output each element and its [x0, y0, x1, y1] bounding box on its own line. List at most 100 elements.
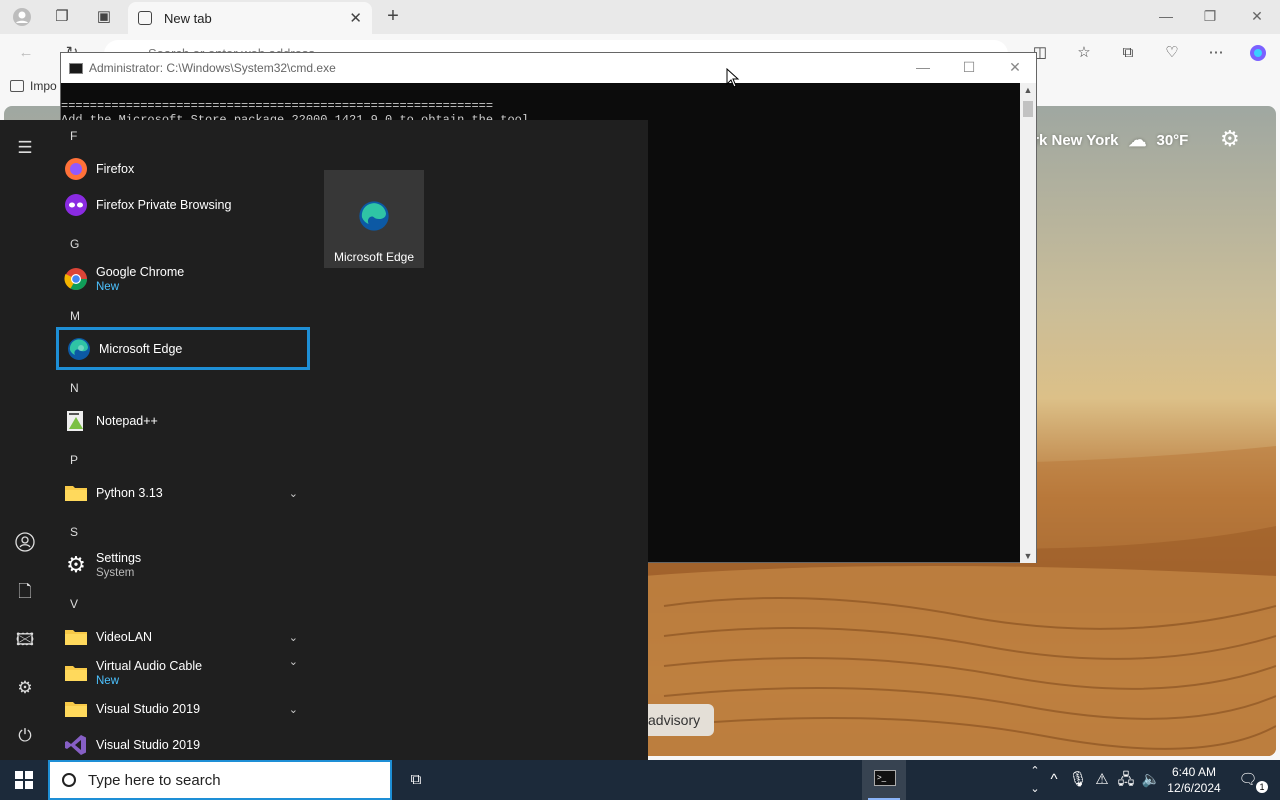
cmd-close-icon[interactable]: ✕ — [1005, 59, 1025, 76]
settings-gear-icon: ⚙ — [66, 552, 86, 577]
app-settings[interactable]: ⚙ Settings System — [56, 545, 310, 585]
start-menu: ☰ 🗋 🖾 ⚙ ⏻ F Firefox Firefox Private Brow… — [0, 120, 648, 760]
taskbar-clock[interactable]: 6:40 AM 12/6/2024 — [1166, 764, 1222, 796]
app-folder-visual-studio-2019[interactable]: Visual Studio 2019 ⌄ — [56, 691, 310, 727]
favorites-icon[interactable]: ☆ — [1074, 43, 1094, 63]
pinned-tile-microsoft-edge[interactable]: Microsoft Edge — [324, 170, 424, 268]
volume-icon[interactable]: 🔈 — [1141, 770, 1161, 790]
favorites-bar-item[interactable]: Impo — [10, 79, 57, 93]
taskbar: Type here to search ⧉ >_ ⌃ ⌄ ^ 🎙 ⚠ 🖧 🔈 6… — [0, 760, 1280, 800]
notification-count-badge: 1 — [1256, 781, 1268, 793]
new-tab-icon — [138, 11, 152, 25]
taskbar-scroll-up-icon[interactable]: ⌃ — [1025, 762, 1045, 782]
cmd-title-bar[interactable]: Administrator: C:\Windows\System32\cmd.e… — [61, 53, 1036, 83]
app-label: Microsoft Edge — [99, 341, 183, 356]
new-tab-plus-icon[interactable]: + — [383, 6, 403, 26]
letter-header-g[interactable]: G — [70, 237, 79, 251]
cmd-app-icon — [69, 62, 83, 74]
app-visual-studio-2019[interactable]: Visual Studio 2019 — [56, 727, 310, 763]
copilot-icon[interactable] — [1248, 43, 1268, 63]
workspaces-icon[interactable]: ❐ — [52, 7, 72, 27]
cmd-scrollbar[interactable]: ▲ ▼ — [1020, 83, 1036, 563]
scroll-thumb[interactable] — [1023, 101, 1033, 117]
app-folder-python[interactable]: Python 3.13 ⌄ — [56, 475, 310, 511]
notepadpp-icon — [67, 411, 83, 431]
collections-icon[interactable]: ⧉ — [1118, 43, 1138, 63]
scroll-up-icon[interactable]: ▲ — [1020, 85, 1036, 95]
documents-icon[interactable]: 🗋 — [13, 580, 37, 604]
app-folder-virtual-audio-cable[interactable]: Virtual Audio Cable New ⌄ — [56, 653, 310, 693]
close-icon[interactable]: ✕ — [1247, 8, 1267, 25]
app-label: Python 3.13 — [96, 486, 163, 500]
tab-title: New tab — [164, 10, 212, 26]
back-icon[interactable]: ← — [16, 43, 36, 63]
app-label: Google Chrome — [96, 265, 185, 279]
letter-header-p[interactable]: P — [70, 453, 78, 467]
start-rail: ☰ 🗋 🖾 ⚙ ⏻ — [0, 120, 50, 760]
chrome-icon — [64, 268, 87, 290]
app-label: Notepad++ — [96, 414, 158, 428]
taskbar-search-box[interactable]: Type here to search — [48, 760, 392, 800]
letter-header-v[interactable]: V — [70, 597, 78, 611]
task-view-icon[interactable]: ⧉ — [406, 770, 426, 790]
page-settings-gear-icon[interactable]: ⚙ — [1220, 126, 1240, 152]
app-text: Settings System — [96, 551, 141, 579]
clock-time: 6:40 AM — [1171, 765, 1217, 779]
more-icon[interactable]: ⋯ — [1206, 43, 1226, 63]
browser-essentials-icon[interactable]: ♡ — [1162, 43, 1182, 63]
app-list: F Firefox Firefox Private Browsing G Goo… — [50, 120, 314, 760]
notifications-icon[interactable]: 🗨 — [1238, 770, 1258, 790]
app-microsoft-edge[interactable]: Microsoft Edge — [56, 327, 310, 370]
app-firefox-private[interactable]: Firefox Private Browsing — [56, 187, 310, 223]
app-label: Settings — [96, 551, 142, 565]
weather-widget[interactable]: ork New York ☁ 30°F — [1024, 130, 1188, 151]
pictures-icon[interactable]: 🖾 — [13, 628, 37, 652]
app-text: Google Chrome New — [96, 265, 184, 293]
app-folder-videolan[interactable]: VideoLAN ⌄ — [56, 619, 310, 655]
user-account-icon[interactable] — [13, 532, 37, 556]
microphone-icon[interactable]: 🎙 — [1068, 770, 1088, 790]
show-hidden-icons-icon[interactable]: ^ — [1044, 770, 1064, 790]
profile-icon[interactable] — [12, 7, 32, 27]
chevron-down-icon[interactable]: ⌄ — [289, 655, 298, 668]
security-icon[interactable]: ⚠ — [1092, 770, 1112, 790]
chevron-down-icon[interactable]: ⌄ — [289, 703, 298, 716]
edge-icon — [359, 201, 389, 231]
network-icon[interactable]: 🖧 — [1116, 770, 1136, 790]
scroll-down-icon[interactable]: ▼ — [1020, 551, 1036, 561]
letter-header-n[interactable]: N — [70, 381, 79, 395]
letter-header-s[interactable]: S — [70, 525, 78, 539]
taskbar-scroll-down-icon[interactable]: ⌄ — [1025, 780, 1045, 800]
letter-header-m[interactable]: M — [70, 309, 80, 323]
new-badge: New — [96, 675, 120, 687]
restore-icon[interactable]: ❐ — [1200, 8, 1220, 25]
letter-header-f[interactable]: F — [70, 129, 77, 143]
app-google-chrome[interactable]: Google Chrome New — [56, 259, 310, 299]
cmd-maximize-icon[interactable]: ☐ — [959, 59, 979, 76]
settings-icon[interactable]: ⚙ — [13, 676, 37, 700]
cmd-title-text: Administrator: C:\Windows\System32\cmd.e… — [89, 61, 336, 75]
chevron-down-icon[interactable]: ⌄ — [289, 631, 298, 644]
app-label: VideoLAN — [96, 630, 153, 644]
clock-date: 12/6/2024 — [1167, 781, 1221, 795]
import-icon — [10, 80, 24, 92]
favorites-item-label: Impo — [30, 79, 57, 93]
close-tab-icon[interactable]: ✕ — [349, 9, 362, 27]
partly-cloudy-icon: ☁ — [1128, 130, 1147, 150]
cmd-minimize-icon[interactable]: — — [913, 59, 933, 75]
chevron-down-icon[interactable]: ⌄ — [289, 487, 298, 500]
hamburger-menu-icon[interactable]: ☰ — [13, 136, 37, 160]
power-icon[interactable]: ⏻ — [13, 724, 37, 748]
tab-new-tab[interactable]: New tab ✕ — [128, 2, 372, 34]
minimize-icon[interactable]: — — [1156, 8, 1176, 24]
app-firefox[interactable]: Firefox — [56, 151, 310, 187]
firefox-icon — [65, 158, 87, 180]
start-button[interactable] — [0, 760, 48, 800]
tab-actions-icon[interactable]: ▣ — [94, 7, 114, 27]
app-notepadpp[interactable]: Notepad++ — [56, 403, 310, 439]
mouse-cursor-icon — [726, 68, 740, 88]
taskbar-cmd-app[interactable]: >_ — [862, 760, 906, 800]
app-text: Virtual Audio Cable New — [96, 659, 202, 687]
folder-icon — [65, 702, 87, 717]
weather-advisory-button[interactable]: advisory — [638, 704, 714, 736]
